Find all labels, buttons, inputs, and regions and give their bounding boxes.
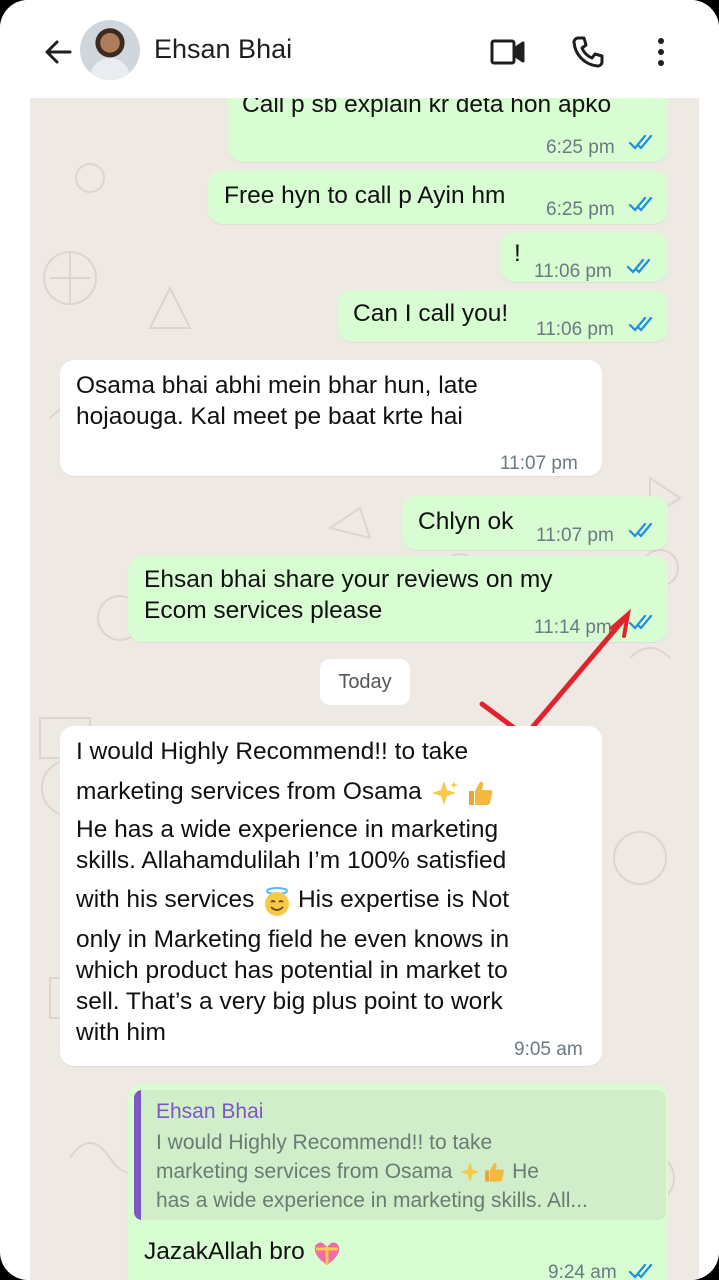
message-time: 9:24 am [548, 1262, 617, 1280]
message-bubble-outgoing[interactable]: Ehsan bhai share your reviews on my Ecom… [128, 556, 668, 642]
message-text: Ecom services please [144, 597, 383, 624]
read-ticks-icon [626, 258, 651, 274]
video-call-icon[interactable] [488, 32, 528, 72]
message-time: 9:05 am [514, 1039, 583, 1060]
message-text: Ehsan bhai share your reviews on my [144, 566, 553, 593]
thumbs-up-icon [465, 778, 495, 808]
message-bubble-outgoing[interactable]: Call p sb explain kr deta hon apko 6:25 … [228, 98, 668, 162]
message-text: hojaouga. Kal meet pe baat krte hai [76, 403, 463, 430]
read-ticks-icon [628, 316, 653, 332]
contact-name[interactable]: Ehsan Bhai [154, 34, 292, 65]
heart-with-ribbon-icon [312, 1238, 342, 1268]
message-text: He has a wide experience in marketing [76, 816, 499, 843]
message-bubble-outgoing[interactable]: Free hyn to call p Ayin hm 6:25 pm [208, 170, 668, 224]
message-text: with his services His expertise is Not [76, 884, 509, 916]
message-text: ! [514, 240, 521, 267]
avatar[interactable] [80, 20, 140, 80]
chat-area[interactable]: Call p sb explain kr deta hon apko 6:25 … [30, 98, 699, 1280]
message-bubble-incoming[interactable]: I would Highly Recommend!! to take marke… [60, 726, 602, 1066]
back-arrow-icon[interactable] [40, 34, 76, 70]
read-ticks-icon [628, 196, 653, 212]
smiling-face-with-halo-icon [261, 886, 291, 916]
more-vert-icon[interactable] [641, 32, 681, 72]
voice-call-icon[interactable] [568, 32, 608, 72]
message-text: Chlyn ok [418, 508, 514, 535]
phone-screen: Ehsan Bhai Call p sb explain kr deta hon… [0, 0, 719, 1280]
message-text: with him [76, 1019, 166, 1046]
message-text: JazakAllah bro [144, 1236, 342, 1268]
message-text: sell. That’s a very big plus point to wo… [76, 988, 503, 1015]
read-ticks-icon [628, 134, 653, 150]
message-text: Call p sb explain kr deta hon apko [242, 98, 612, 118]
message-text: only in Marketing field he even knows in [76, 926, 510, 953]
read-ticks-icon [628, 614, 653, 630]
quote-accent-bar [134, 1090, 141, 1220]
message-time: 6:25 pm [546, 199, 615, 220]
read-ticks-icon [628, 522, 653, 538]
quote-text: has a wide experience in marketing skill… [156, 1189, 588, 1212]
message-text: Free hyn to call p Ayin hm [224, 182, 506, 209]
message-text: marketing services from Osama [76, 776, 495, 808]
quoted-message[interactable]: Ehsan Bhai I would Highly Recommend!! to… [134, 1090, 666, 1220]
sparkles-icon [458, 1160, 482, 1184]
message-text: Osama bhai abhi mein bhar hun, late [76, 372, 478, 399]
message-time: 11:06 pm [534, 261, 612, 282]
message-bubble-outgoing[interactable]: Chlyn ok 11:07 pm [402, 496, 668, 550]
message-time: 11:07 pm [500, 453, 578, 474]
message-bubble-outgoing[interactable]: Can I call you! 11:06 pm [338, 290, 668, 342]
read-ticks-icon [628, 1263, 653, 1279]
chat-header: Ehsan Bhai [0, 0, 719, 98]
quote-author: Ehsan Bhai [156, 1100, 264, 1123]
thumbs-up-icon [482, 1160, 506, 1184]
message-bubble-outgoing[interactable]: ! 11:06 pm [500, 232, 668, 282]
message-text: I would Highly Recommend!! to take [76, 738, 469, 765]
message-text: Can I call you! [353, 300, 509, 327]
message-bubble-incoming[interactable]: Osama bhai abhi mein bhar hun, late hoja… [60, 360, 602, 476]
message-time: 11:14 pm [534, 617, 612, 638]
message-time: 11:07 pm [536, 525, 614, 546]
message-time: 6:25 pm [546, 137, 615, 158]
message-text: which product has potential in market to [76, 957, 508, 984]
date-separator: Today [320, 659, 410, 705]
message-text: skills. Allahamdulilah I’m 100% satisfie… [76, 847, 507, 874]
message-time: 11:06 pm [536, 319, 614, 340]
quote-text: marketing services from Osama He [156, 1160, 539, 1184]
quote-text: I would Highly Recommend!! to take [156, 1131, 493, 1154]
sparkles-icon [429, 778, 459, 808]
